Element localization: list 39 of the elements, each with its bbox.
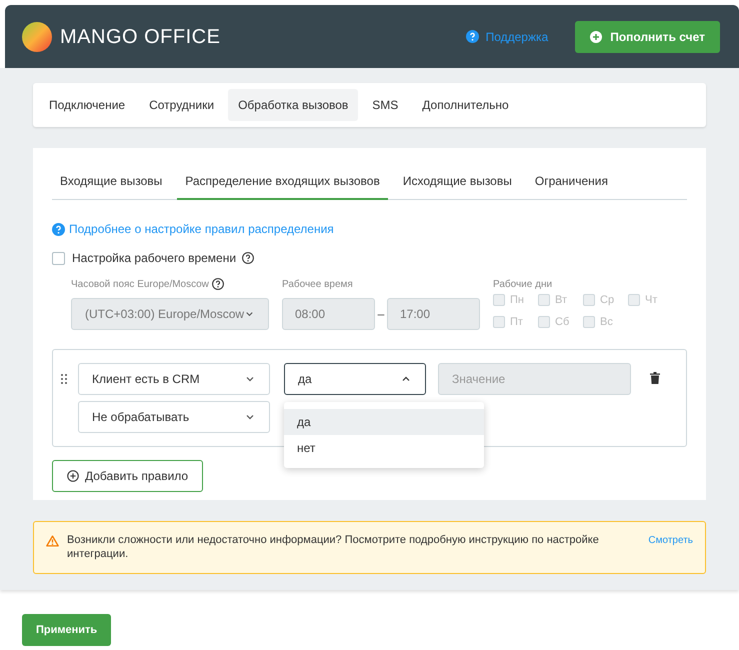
add-icon — [67, 470, 79, 482]
day-label: Ср — [600, 293, 616, 308]
nav-tab[interactable]: SMS — [362, 89, 408, 121]
nav-tab[interactable]: Сотрудники — [139, 89, 224, 121]
action-select[interactable]: Не обрабатывать — [78, 401, 270, 433]
logo-text: MANGO OFFICE — [60, 24, 220, 50]
plus-icon — [590, 30, 602, 42]
checkbox-label: Настройка рабочего времени — [72, 250, 236, 267]
drag-handle-icon — [61, 374, 67, 384]
sub-tab[interactable]: Исходящие вызовы — [394, 164, 520, 200]
condition-select[interactable]: Клиент есть в CRM — [78, 363, 270, 395]
day-label: Сб — [555, 314, 570, 330]
day-label: Вс — [600, 314, 614, 330]
dropdown-option[interactable]: нет — [284, 435, 484, 461]
sub-tab[interactable]: Ограничения — [526, 164, 616, 200]
nav-tab[interactable]: Дополнительно — [412, 89, 519, 121]
help-icon — [242, 252, 254, 264]
help-icon — [212, 278, 224, 290]
alert-text: Возникли сложности или недостаточно информации? Посмотрите подробную инструкцию по настройке интеграции. — [67, 533, 600, 561]
help-icon — [52, 222, 65, 236]
delete-icon — [650, 372, 660, 384]
help-icon — [466, 30, 479, 43]
separator-text: – — [376, 306, 386, 323]
day-label: Чт — [645, 293, 658, 308]
warning-icon — [46, 535, 59, 547]
logo-icon — [22, 22, 52, 52]
day-label: Пт — [510, 314, 524, 330]
nav-tab[interactable]: Обработка вызовов — [228, 89, 358, 121]
dropdown-option[interactable]: да — [284, 409, 484, 435]
field-label: Рабочие дни — [493, 278, 554, 291]
operator-select[interactable]: да — [284, 363, 426, 395]
field-label: Рабочее время — [282, 278, 354, 291]
sub-tab[interactable]: Распределение входящих вызовов — [177, 164, 388, 200]
field-label: Часовой пояс Europe/Moscow — [71, 278, 209, 292]
add-rule-button[interactable]: Добавить правило — [52, 460, 204, 492]
day-label: Вт — [555, 293, 568, 308]
sub-tab[interactable]: Входящие вызовы — [52, 164, 170, 200]
nav-tab[interactable]: Подключение — [39, 89, 136, 121]
day-label: Пн — [510, 293, 525, 308]
